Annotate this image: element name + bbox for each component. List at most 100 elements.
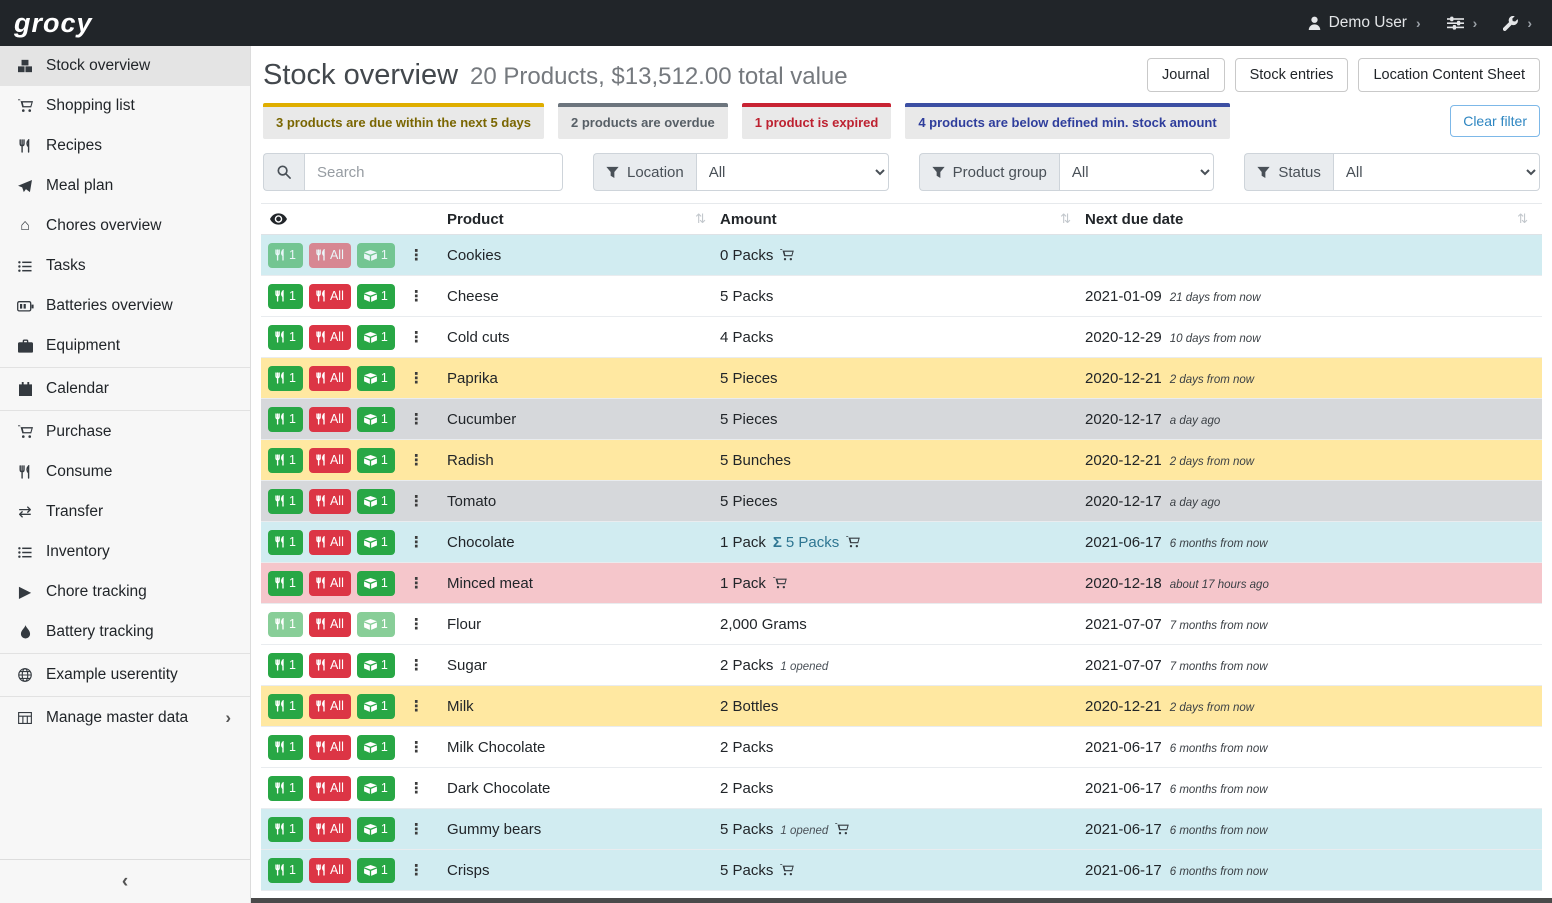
product-name[interactable]: Minced meat	[447, 575, 720, 592]
row-menu-button[interactable]: ⋮	[402, 367, 431, 389]
consume-all-button[interactable]: All	[309, 407, 351, 432]
product-name[interactable]: Gummy bears	[447, 821, 720, 838]
status-pill-below-min-stock[interactable]: 4 products are below defined min. stock …	[905, 103, 1229, 139]
stock-entries-button[interactable]: Stock entries	[1235, 58, 1349, 92]
consume-one-button[interactable]: 1	[268, 489, 303, 514]
user-menu[interactable]: Demo User ›	[1308, 14, 1421, 32]
product-name[interactable]: Cucumber	[447, 411, 720, 428]
consume-all-button[interactable]: All	[309, 858, 351, 883]
column-header-amount[interactable]: Amount⇅	[720, 211, 1085, 228]
product-name[interactable]: Flour	[447, 616, 720, 633]
consume-all-button[interactable]: All	[309, 776, 351, 801]
product-name[interactable]: Radish	[447, 452, 720, 469]
sidebar-item-stock-overview[interactable]: Stock overview	[0, 46, 250, 86]
consume-all-button[interactable]: All	[309, 653, 351, 678]
consume-all-button[interactable]: All	[309, 243, 351, 268]
sidebar-item-batteries-overview[interactable]: Batteries overview	[0, 286, 250, 326]
open-one-button[interactable]: 1	[357, 735, 395, 760]
row-menu-button[interactable]: ⋮	[402, 490, 431, 512]
row-menu-button[interactable]: ⋮	[402, 408, 431, 430]
sidebar-item-chores-overview[interactable]: ⌂Chores overview	[0, 206, 250, 246]
open-one-button[interactable]: 1	[357, 571, 395, 596]
consume-all-button[interactable]: All	[309, 366, 351, 391]
row-menu-button[interactable]: ⋮	[402, 695, 431, 717]
consume-one-button[interactable]: 1	[268, 653, 303, 678]
product-name[interactable]: Cookies	[447, 247, 720, 264]
sidebar-item-consume[interactable]: Consume	[0, 452, 250, 492]
search-input[interactable]	[304, 153, 563, 191]
sort-icon[interactable]: ⇅	[695, 211, 706, 227]
consume-one-button[interactable]: 1	[268, 612, 303, 637]
app-logo[interactable]: grocy	[14, 10, 93, 37]
sidebar-item-example-userentity[interactable]: Example userentity	[0, 655, 250, 695]
sort-icon[interactable]: ⇅	[1060, 211, 1071, 227]
consume-one-button[interactable]: 1	[268, 571, 303, 596]
consume-one-button[interactable]: 1	[268, 817, 303, 842]
consume-all-button[interactable]: All	[309, 571, 351, 596]
consume-one-button[interactable]: 1	[268, 366, 303, 391]
consume-all-button[interactable]: All	[309, 735, 351, 760]
sidebar-item-tasks[interactable]: Tasks	[0, 246, 250, 286]
open-one-button[interactable]: 1	[357, 653, 395, 678]
status-select[interactable]: All	[1333, 153, 1540, 191]
product-name[interactable]: Chocolate	[447, 534, 720, 551]
product-group-select[interactable]: All	[1059, 153, 1214, 191]
consume-one-button[interactable]: 1	[268, 530, 303, 555]
row-menu-button[interactable]: ⋮	[402, 654, 431, 676]
sidebar-item-recipes[interactable]: Recipes	[0, 126, 250, 166]
admin-menu[interactable]: ›	[1503, 15, 1532, 31]
open-one-button[interactable]: 1	[357, 858, 395, 883]
product-name[interactable]: Cold cuts	[447, 329, 720, 346]
column-visibility-header[interactable]	[261, 213, 447, 225]
product-name[interactable]: Milk	[447, 698, 720, 715]
consume-all-button[interactable]: All	[309, 530, 351, 555]
sidebar-item-meal-plan[interactable]: Meal plan	[0, 166, 250, 206]
open-one-button[interactable]: 1	[357, 612, 395, 637]
consume-all-button[interactable]: All	[309, 489, 351, 514]
row-menu-button[interactable]: ⋮	[402, 859, 431, 881]
journal-button[interactable]: Journal	[1147, 58, 1225, 92]
status-pill-expired[interactable]: 1 product is expired	[742, 103, 892, 139]
location-content-sheet-button[interactable]: Location Content Sheet	[1358, 58, 1540, 92]
sidebar-item-equipment[interactable]: Equipment	[0, 326, 250, 366]
product-name[interactable]: Cheese	[447, 288, 720, 305]
status-pill-overdue[interactable]: 2 products are overdue	[558, 103, 728, 139]
consume-all-button[interactable]: All	[309, 817, 351, 842]
sidebar-collapse-button[interactable]: ‹	[0, 859, 250, 903]
product-name[interactable]: Sugar	[447, 657, 720, 674]
open-one-button[interactable]: 1	[357, 284, 395, 309]
open-one-button[interactable]: 1	[357, 366, 395, 391]
consume-all-button[interactable]: All	[309, 448, 351, 473]
open-one-button[interactable]: 1	[357, 817, 395, 842]
sidebar-item-inventory[interactable]: Inventory	[0, 532, 250, 572]
row-menu-button[interactable]: ⋮	[402, 244, 431, 266]
consume-all-button[interactable]: All	[309, 694, 351, 719]
column-header-product[interactable]: Product⇅	[447, 211, 720, 228]
open-one-button[interactable]: 1	[357, 407, 395, 432]
sidebar-item-battery-tracking[interactable]: Battery tracking	[0, 612, 250, 652]
status-pill-due-soon[interactable]: 3 products are due within the next 5 day…	[263, 103, 544, 139]
sidebar-item-shopping-list[interactable]: Shopping list	[0, 86, 250, 126]
open-one-button[interactable]: 1	[357, 694, 395, 719]
row-menu-button[interactable]: ⋮	[402, 777, 431, 799]
open-one-button[interactable]: 1	[357, 243, 395, 268]
horizontal-scrollbar[interactable]	[251, 898, 1552, 903]
product-name[interactable]: Paprika	[447, 370, 720, 387]
row-menu-button[interactable]: ⋮	[402, 531, 431, 553]
consume-all-button[interactable]: All	[309, 612, 351, 637]
row-menu-button[interactable]: ⋮	[402, 326, 431, 348]
sidebar-item-purchase[interactable]: Purchase	[0, 412, 250, 452]
row-menu-button[interactable]: ⋮	[402, 285, 431, 307]
settings-menu[interactable]: ›	[1447, 15, 1478, 31]
clear-filter-button[interactable]: Clear filter	[1450, 105, 1540, 137]
consume-one-button[interactable]: 1	[268, 243, 303, 268]
consume-one-button[interactable]: 1	[268, 407, 303, 432]
row-menu-button[interactable]: ⋮	[402, 736, 431, 758]
product-name[interactable]: Crisps	[447, 862, 720, 879]
product-name[interactable]: Tomato	[447, 493, 720, 510]
consume-one-button[interactable]: 1	[268, 735, 303, 760]
product-name[interactable]: Milk Chocolate	[447, 739, 720, 756]
product-name[interactable]: Dark Chocolate	[447, 780, 720, 797]
sidebar-item-manage-master-data[interactable]: Manage master data›	[0, 698, 250, 738]
open-one-button[interactable]: 1	[357, 448, 395, 473]
